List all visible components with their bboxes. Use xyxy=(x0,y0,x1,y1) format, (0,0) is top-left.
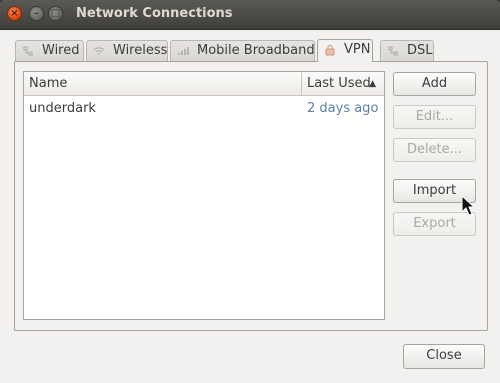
close-icon: × xyxy=(10,8,19,19)
close-button[interactable]: Close xyxy=(403,344,485,369)
window-minimize-button[interactable]: – xyxy=(29,6,44,21)
dsl-icon xyxy=(388,46,398,56)
network-connections-window: × – □ Network Connections Wired Wireless… xyxy=(0,0,500,383)
add-button[interactable]: Add xyxy=(393,72,476,96)
connections-list[interactable]: Name Last Used ▲ underdark 2 days ago xyxy=(23,71,385,320)
tab-wireless[interactable]: Wireless xyxy=(86,40,168,61)
tab-label: Mobile Broadband xyxy=(197,43,315,58)
titlebar[interactable]: × – □ Network Connections xyxy=(0,0,500,30)
column-header-last-used[interactable]: Last Used ▲ xyxy=(302,72,384,96)
wired-icon xyxy=(23,46,33,56)
column-header-label: Last Used xyxy=(307,76,371,91)
vpn-lock-icon xyxy=(325,45,335,56)
sort-ascending-icon: ▲ xyxy=(369,79,376,89)
window-maximize-button[interactable]: □ xyxy=(48,6,63,21)
connection-last-used: 2 days ago xyxy=(307,101,379,116)
tab-label: VPN xyxy=(344,42,371,57)
connection-name: underdark xyxy=(29,101,96,116)
tab-dsl[interactable]: DSL xyxy=(380,40,434,61)
window-close-button[interactable]: × xyxy=(7,6,22,21)
table-row[interactable]: underdark 2 days ago xyxy=(24,97,384,121)
maximize-icon: □ xyxy=(50,8,61,19)
tab-mobile-broadband[interactable]: Mobile Broadband xyxy=(170,40,315,61)
column-header-name[interactable]: Name xyxy=(24,72,302,96)
mouse-cursor-icon xyxy=(461,195,475,216)
delete-button[interactable]: Delete... xyxy=(393,138,476,162)
tab-wired[interactable]: Wired xyxy=(15,40,84,61)
tab-label: DSL xyxy=(407,43,433,58)
edit-button[interactable]: Edit... xyxy=(393,105,476,129)
wireless-icon xyxy=(93,47,105,55)
tab-label: Wireless xyxy=(113,43,168,58)
window-title: Network Connections xyxy=(76,6,233,21)
minimize-icon: – xyxy=(34,8,39,19)
mobile-broadband-icon xyxy=(178,47,189,55)
tab-label: Wired xyxy=(42,43,80,58)
tab-vpn[interactable]: VPN xyxy=(317,39,373,62)
